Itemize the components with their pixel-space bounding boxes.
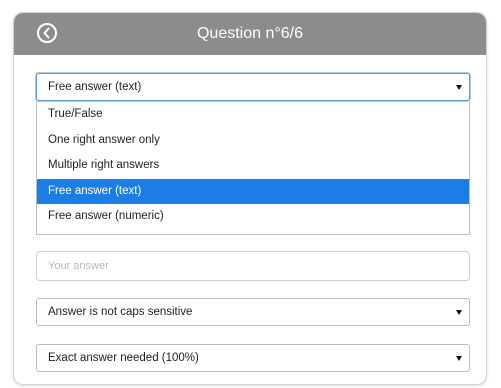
answer-type-dropdown: True/False One right answer only Multipl…	[36, 102, 470, 235]
option-free-answer-text[interactable]: Free answer (text)	[37, 178, 469, 204]
question-header: Question n°6/6	[14, 13, 486, 55]
dropdown-arrow-icon	[456, 85, 462, 90]
option-multiple-right-answers[interactable]: Multiple right answers	[37, 153, 469, 179]
answer-type-select[interactable]: Free answer (text)	[36, 73, 470, 101]
case-sensitivity-value: Answer is not caps sensitive	[48, 306, 193, 318]
option-one-right-answer[interactable]: One right answer only	[37, 128, 469, 154]
page-title: Question n°6/6	[196, 25, 304, 42]
answer-input[interactable]: Your answer	[36, 251, 470, 281]
case-sensitivity-select[interactable]: Answer is not caps sensitive	[36, 298, 470, 326]
option-true-false[interactable]: True/False	[37, 102, 469, 128]
answer-input-placeholder: Your answer	[48, 260, 109, 272]
answer-type-selected-value: Free answer (text)	[48, 81, 142, 93]
question-card: Question n°6/6 Free answer (text) True/F…	[13, 12, 487, 385]
accuracy-select[interactable]: Exact answer needed (100%)	[36, 344, 470, 372]
dropdown-arrow-icon	[456, 356, 462, 361]
dropdown-arrow-icon	[456, 310, 462, 315]
accuracy-value: Exact answer needed (100%)	[48, 352, 199, 364]
option-free-answer-numeric[interactable]: Free answer (numeric)	[37, 204, 469, 230]
